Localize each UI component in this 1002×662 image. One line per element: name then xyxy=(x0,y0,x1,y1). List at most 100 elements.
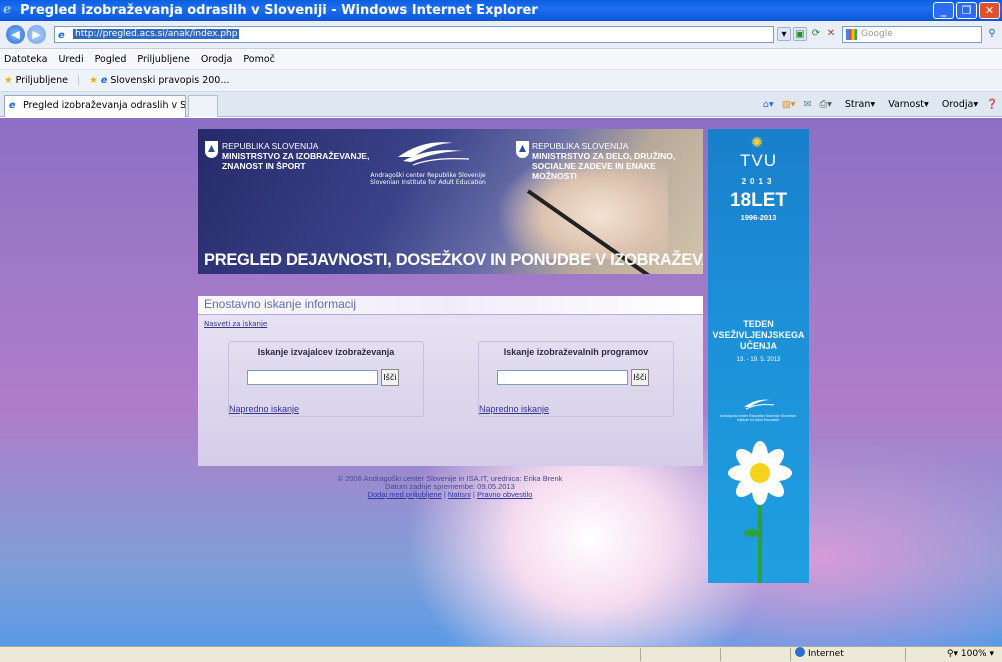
programs-search-box: Iskanje izobraževalnih programov Išči Na… xyxy=(478,341,674,417)
safety-menu[interactable]: Varnost▾ xyxy=(883,99,929,110)
divider xyxy=(790,648,791,661)
window-titlebar: ℯ Pregled izobraževanja odraslih v Slove… xyxy=(0,0,1002,21)
tvu-year: 2013 xyxy=(741,177,776,186)
address-bar: ◀ ▶ e http://pregled.acs.si/anak/index.p… xyxy=(0,21,1002,49)
add-favorite-icon[interactable]: ★ xyxy=(89,75,98,86)
acs-logo-text: Andragoški center Republike Slovenije Sl… xyxy=(368,172,488,186)
acs-logo-line1: Andragoški center Republike Slovenije xyxy=(370,172,486,179)
programs-advanced-link[interactable]: Napredno iskanje xyxy=(479,404,549,414)
globe-icon xyxy=(795,647,805,657)
search-tips-link[interactable]: Nasveti za iskanje xyxy=(204,320,267,328)
tvu-side-banner[interactable]: ✺ TVU 2013 18LET 1996-2013 TEDEN VSEŽIVL… xyxy=(708,129,809,583)
search-input[interactable]: Google xyxy=(842,26,982,43)
tools-menu[interactable]: Orodja▾ xyxy=(937,99,978,110)
flower-stem xyxy=(758,505,762,583)
panel-header: Enostavno iskanje informacij xyxy=(198,296,703,315)
menu-edit[interactable]: Uredi xyxy=(58,54,83,65)
add-favorites-link[interactable]: Dodaj med priljubljene xyxy=(368,490,442,499)
flower-icon xyxy=(728,441,792,505)
close-button[interactable]: ✕ xyxy=(979,2,1000,19)
command-bar: ⌂▾ ▧▾ ✉ ⎙▾ Stran▾ Varnost▾ Orodja▾ ❓ xyxy=(758,98,998,112)
print-link[interactable]: Natisni xyxy=(448,490,471,499)
stop-icon[interactable]: ✕ xyxy=(824,27,838,41)
ministry-labour: REPUBLIKA SLOVENIJA MINISTRSTVO ZA DELO,… xyxy=(532,141,702,181)
forward-button[interactable]: ▶ xyxy=(27,25,46,44)
zoom-label: 100% xyxy=(960,649,987,659)
favorites-bar: ★ Priljubljene | ★ e Slovenski pravopis … xyxy=(0,70,1002,92)
page-icon: e xyxy=(100,75,108,86)
acs-logo-line2: Slovenian Institute for Adult Education xyxy=(370,179,486,186)
back-button[interactable]: ◀ xyxy=(6,25,25,44)
google-icon xyxy=(846,29,857,40)
ministry-education-rep: REPUBLIKA SLOVENIJA xyxy=(222,141,319,151)
acs-logo-icon xyxy=(398,142,470,166)
acs-mini-logo-icon xyxy=(744,399,775,410)
compatibility-icon[interactable]: ▣ xyxy=(793,27,807,41)
panel-title: Enostavno iskanje informacij xyxy=(204,297,357,311)
help-icon[interactable]: ❓ xyxy=(986,99,998,110)
print-icon[interactable]: ⎙▾ xyxy=(819,99,831,110)
search-icon[interactable]: ⚲ xyxy=(985,27,999,41)
coat-of-arms-icon xyxy=(205,141,218,158)
url-text: http://pregled.acs.si/anak/index.php xyxy=(73,29,240,39)
window-title: Pregled izobraževanja odraslih v Sloveni… xyxy=(20,3,538,18)
favorite-link[interactable]: Slovenski pravopis 200... xyxy=(110,75,229,86)
tvu-years-range: 1996-2013 xyxy=(740,213,777,222)
providers-search-input[interactable] xyxy=(247,370,378,385)
ie-icon: ℯ xyxy=(3,2,12,17)
tvu-anniversary: 18LET xyxy=(729,190,788,211)
mail-icon[interactable]: ✉ xyxy=(803,99,811,110)
programs-search-button[interactable]: Išči xyxy=(631,369,649,386)
zoom-control[interactable]: ⚲▾ 100% ▾ xyxy=(947,647,994,662)
page-icon: e xyxy=(58,30,65,41)
ministry-education-name: MINISTRSTVO ZA IZOBRAŽEVANJE, ZNANOST IN… xyxy=(222,151,370,171)
page-content: REPUBLIKA SLOVENIJA MINISTRSTVO ZA IZOBR… xyxy=(0,118,1002,646)
ministry-labour-name: MINISTRSTVO ZA DELO, DRUŽINO, SOCIALNE Z… xyxy=(532,151,676,181)
dropdown-icon[interactable]: ▾ xyxy=(777,27,791,41)
minimize-button[interactable]: _ xyxy=(933,2,954,19)
coat-of-arms-icon xyxy=(516,141,529,158)
menu-tools[interactable]: Orodja xyxy=(201,54,232,65)
tab-active[interactable]: e Pregled izobraževanja odraslih v Slove… xyxy=(4,95,186,117)
new-tab-button[interactable] xyxy=(188,95,218,117)
divider xyxy=(640,648,641,661)
page-menu-label: Stran xyxy=(844,99,871,110)
tools-menu-label: Orodja xyxy=(941,99,974,110)
menu-help[interactable]: Pomoč xyxy=(243,54,275,65)
legal-notice-link[interactable]: Pravno obvestilo xyxy=(477,490,532,499)
favorites-button[interactable]: Priljubljene xyxy=(16,75,68,86)
maximize-button[interactable]: ❐ xyxy=(956,2,977,19)
ministry-labour-rep: REPUBLIKA SLOVENIJA xyxy=(532,141,629,151)
tab-label: Pregled izobraževanja odraslih v Sloveni… xyxy=(23,100,186,111)
providers-search-box: Iskanje izvajalcev izobraževanja Išči Na… xyxy=(228,341,424,417)
providers-title: Iskanje izvajalcev izobraževanja xyxy=(257,347,395,357)
search-placeholder: Google xyxy=(861,29,893,39)
home-icon[interactable]: ⌂▾ xyxy=(763,99,774,110)
zoom-icon: ⚲▾ xyxy=(946,649,961,659)
page-icon: e xyxy=(9,100,16,111)
menu-favorites[interactable]: Priljubljene xyxy=(137,54,189,65)
security-zone: Internet xyxy=(795,647,844,662)
refresh-icon[interactable]: ⟳ xyxy=(809,27,823,41)
status-bar: Internet ⚲▾ 100% ▾ xyxy=(0,646,1002,662)
banner-title: PREGLED DEJAVNOSTI, DOSEŽKOV IN PONUDBE … xyxy=(204,251,703,269)
star-icon: ★ xyxy=(4,75,13,86)
search-panel: Enostavno iskanje informacij Nasveti za … xyxy=(198,296,703,466)
menu-file[interactable]: Datoteka xyxy=(4,54,47,65)
page-footer: © 2008 Andragoški center Slovenije in IS… xyxy=(300,475,600,499)
menu-view[interactable]: Pogled xyxy=(95,54,127,65)
providers-advanced-link[interactable]: Napredno iskanje xyxy=(229,404,299,414)
tvu-logo: TVU xyxy=(740,151,777,170)
menu-bar: Datoteka Uredi Pogled Priljubljene Orodj… xyxy=(0,50,1002,70)
url-input[interactable]: e http://pregled.acs.si/anak/index.php xyxy=(54,26,774,43)
feeds-icon[interactable]: ▧▾ xyxy=(782,99,796,110)
footer-links: Dodaj med priljubljene | Natisni | Pravn… xyxy=(367,490,533,499)
window-controls: _ ❐ ✕ xyxy=(933,2,1000,19)
page-menu[interactable]: Stran▾ xyxy=(840,99,875,110)
programs-search-input[interactable] xyxy=(497,370,628,385)
security-zone-label: Internet xyxy=(808,649,844,659)
divider xyxy=(905,648,906,661)
flower-leaf xyxy=(744,529,760,537)
ministry-education: REPUBLIKA SLOVENIJA MINISTRSTVO ZA IZOBR… xyxy=(222,141,372,171)
providers-search-button[interactable]: Išči xyxy=(381,369,399,386)
